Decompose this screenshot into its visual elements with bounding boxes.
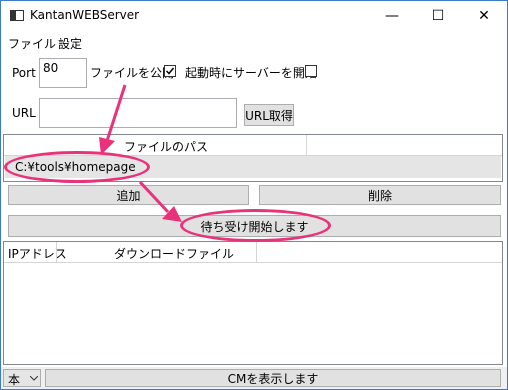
annotation-ellipse-filepath [4,151,150,183]
autostart-checkbox[interactable] [305,65,317,77]
maximize-button[interactable]: ☐ [415,1,461,31]
autostart-label: 起動時にサーバーを開始 [185,66,317,80]
minimize-button[interactable]: — [369,1,415,31]
column-divider [306,135,307,155]
chevron-down-icon [30,376,38,381]
log-grid-header: IPアドレス ダウンロードファイル [4,242,502,263]
access-log-grid: IPアドレス ダウンロードファイル [3,241,503,365]
close-button[interactable]: ✕ [461,1,507,31]
mode-combobox-value: 本 [8,373,21,387]
menu-file[interactable]: ファイル [8,35,56,52]
mode-combobox[interactable]: 本 [3,369,41,387]
checkmark-icon [165,67,175,75]
status-bar: 本 CMを表示します [1,367,507,389]
publish-checkbox[interactable] [164,65,176,77]
download-file-column-header[interactable]: ダウンロードファイル [114,245,234,262]
url-input[interactable] [39,98,237,128]
file-path-column-header[interactable]: ファイルのパス [124,138,208,155]
column-divider [56,242,57,262]
cm-button[interactable]: CMを表示します [45,369,501,387]
publish-label: ファイルを公開 [90,66,175,80]
column-divider [256,242,257,262]
ip-column-header[interactable]: IPアドレス [8,245,67,262]
annotation-ellipse-start [180,209,331,242]
window-title: KantanWEBServer [30,8,140,22]
url-label: URL [12,106,36,120]
app-icon [10,10,24,21]
menu-bar: ファイル 設定 [1,32,507,52]
app-window: KantanWEBServer — ☐ ✕ ファイル 設定 Port 80 ファ… [0,0,508,390]
menu-settings[interactable]: 設定 [58,35,82,52]
delete-button[interactable]: 削除 [259,185,501,205]
get-url-button[interactable]: URL取得 [244,104,294,126]
add-button[interactable]: 追加 [8,185,249,205]
port-label: Port [12,66,36,80]
title-bar: KantanWEBServer — ☐ ✕ [1,1,507,31]
port-input[interactable]: 80 [39,58,87,88]
